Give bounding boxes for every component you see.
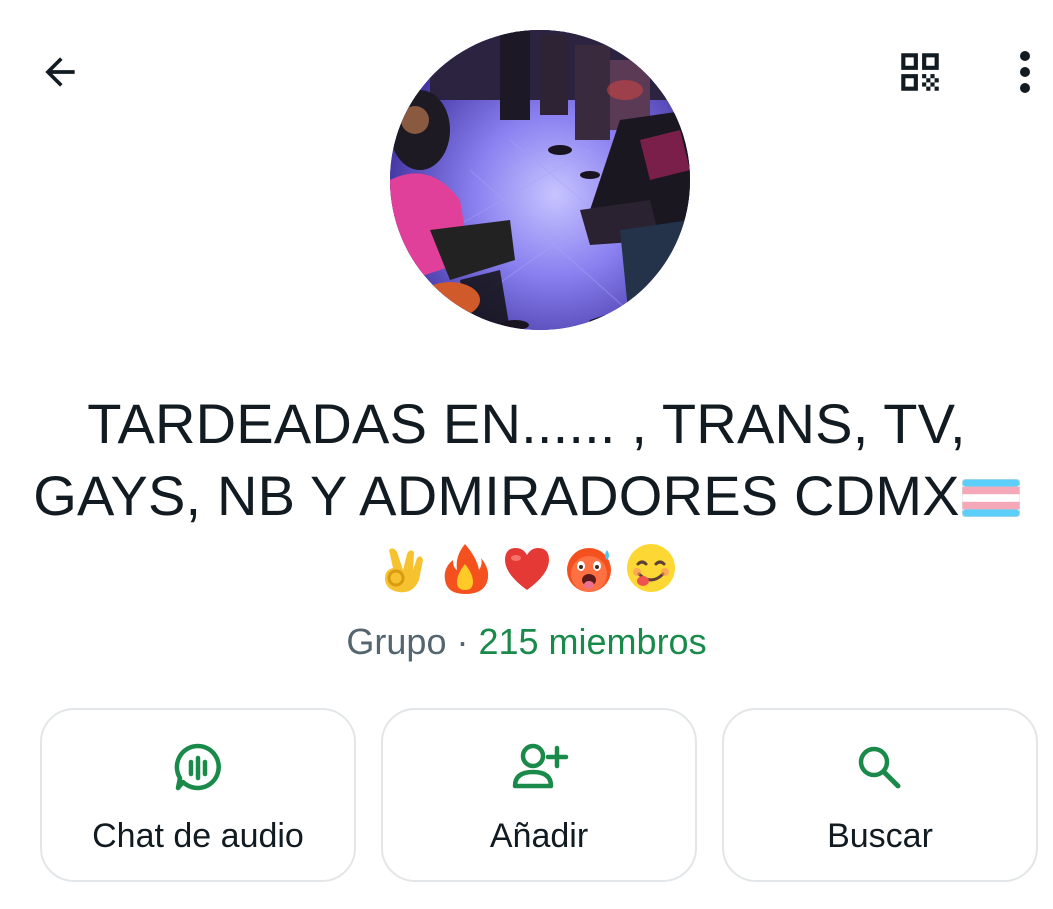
search-icon	[858, 746, 901, 789]
action-cards: Chat de audio Añadir Buscar	[40, 708, 1040, 884]
more-vert-icon	[1020, 51, 1030, 93]
transgender-flag-emoji	[961, 479, 1020, 517]
group-name-line-1: TARDEADAS EN...... , TRANS, TV,	[87, 392, 966, 455]
add-member-label: Añadir	[489, 817, 589, 855]
qr-code-icon	[901, 53, 939, 91]
back-button[interactable]	[30, 42, 90, 102]
ok-hand-emoji	[384, 548, 423, 593]
group-avatar[interactable]	[390, 30, 690, 330]
audio-chat-icon	[174, 743, 221, 791]
add-member-button[interactable]: Añadir	[381, 708, 697, 882]
fire-emoji	[444, 544, 488, 594]
search-button[interactable]: Buscar	[722, 708, 1038, 882]
more-options-button[interactable]	[1000, 40, 1050, 104]
arrow-back-icon	[45, 57, 75, 87]
audio-chat-button[interactable]: Chat de audio	[40, 708, 356, 882]
add-person-icon-wrap	[383, 740, 695, 796]
group-name-line-2-text: GAYS, NB Y ADMIRADORES CDMX	[33, 464, 960, 527]
red-heart-emoji	[504, 548, 549, 590]
hot-face-emoji	[566, 548, 611, 592]
search-icon-wrap	[724, 740, 1036, 796]
audio-chat-icon-wrap	[42, 740, 354, 796]
group-name-line-2: GAYS, NB Y ADMIRADORES CDMX	[20, 460, 1033, 532]
group-type-label: Grupo	[346, 621, 447, 662]
members-count-link[interactable]: 215 miembros	[478, 621, 706, 662]
group-subtitle: Grupo · 215 miembros	[0, 618, 1053, 666]
group-name: TARDEADAS EN...... , TRANS, TV, GAYS, NB…	[20, 388, 1033, 598]
group-info-screen: TARDEADAS EN...... , TRANS, TV, GAYS, NB…	[0, 0, 1053, 909]
yum-face-emoji	[626, 544, 675, 592]
group-photo	[390, 30, 690, 330]
audio-chat-label: Chat de audio	[92, 817, 304, 855]
group-name-emoji-row	[20, 538, 1033, 598]
search-label: Buscar	[827, 817, 933, 855]
add-person-icon	[512, 743, 569, 789]
subtitle-separator: ·	[446, 621, 479, 662]
qr-code-button[interactable]	[888, 40, 952, 104]
